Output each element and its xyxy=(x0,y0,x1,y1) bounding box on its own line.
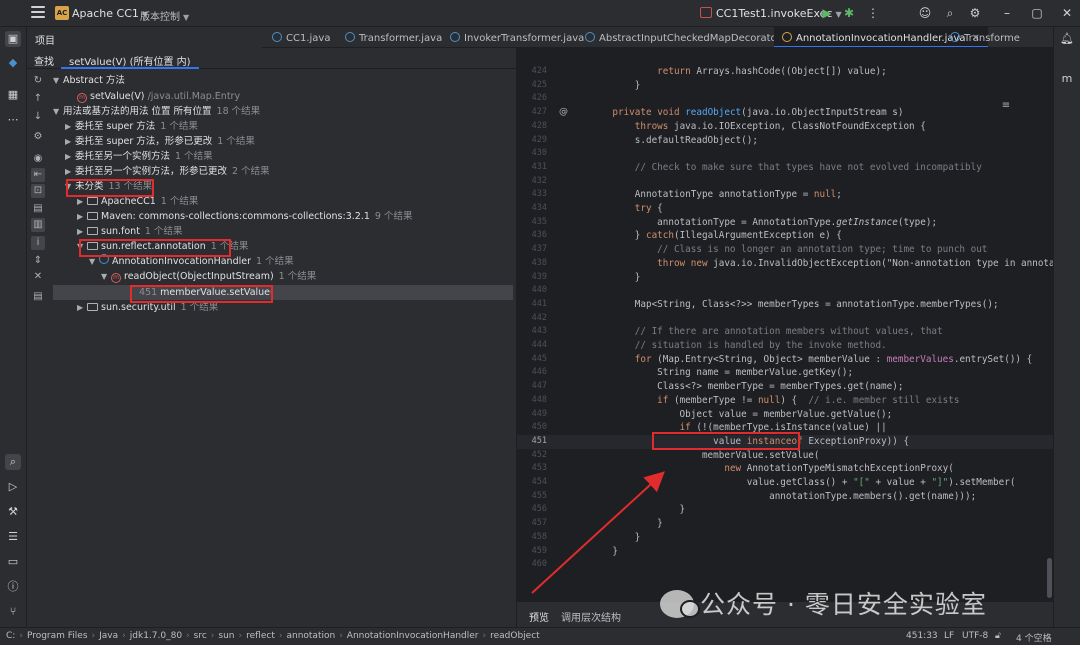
breadcrumb-item[interactable]: AnnotationInvocationHandler xyxy=(347,631,479,641)
breadcrumb-item[interactable]: annotation xyxy=(286,631,335,641)
breadcrumb-item[interactable]: reflect xyxy=(246,631,275,641)
caret-position[interactable]: 451:33 xyxy=(906,631,938,641)
breadcrumb-item[interactable]: readObject xyxy=(490,631,540,641)
breadcrumb-separator: › xyxy=(210,631,215,641)
breadcrumb-separator: › xyxy=(91,631,96,641)
line-separator[interactable]: LF xyxy=(944,631,954,641)
status-bar: C: › Program Files › Java › jdk1.7.0_80 › src › su… xyxy=(0,627,1080,645)
annotation-arrow xyxy=(531,471,665,594)
breadcrumb-separator: › xyxy=(186,631,190,641)
breadcrumb-separator: › xyxy=(122,631,126,641)
lock-icon[interactable]: 🔓︎ xyxy=(995,631,1001,641)
breadcrumb-separator: › xyxy=(19,631,23,641)
breadcrumb-item[interactable]: Java xyxy=(99,631,118,641)
breadcrumb-separator: › xyxy=(482,631,487,641)
breadcrumb-item[interactable]: C: xyxy=(6,631,15,641)
file-encoding[interactable]: UTF-8 xyxy=(962,631,988,641)
breadcrumb-separator: › xyxy=(278,631,283,641)
breadcrumb-item[interactable]: Program Files xyxy=(27,631,88,641)
breadcrumb: C: › Program Files › Java › jdk1.7.0_80 › src › su… xyxy=(6,631,540,641)
breadcrumb-separator: › xyxy=(339,631,343,641)
breadcrumb-item[interactable]: sun xyxy=(218,631,234,641)
breadcrumb-item[interactable]: src xyxy=(194,631,207,641)
breadcrumb-separator: › xyxy=(238,631,243,641)
indent-setting[interactable]: 4 个空格 xyxy=(1016,631,1052,644)
breadcrumb-item[interactable]: jdk1.7.0_80 xyxy=(130,631,182,641)
